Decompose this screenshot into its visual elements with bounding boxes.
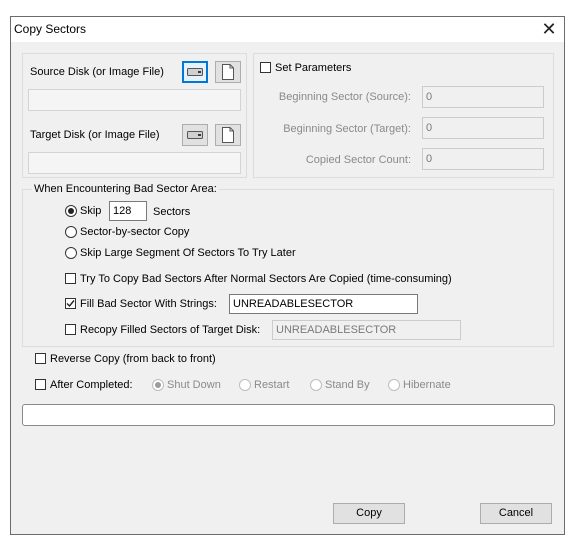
set-parameters-checkbox[interactable] [260, 62, 271, 73]
beginning-sector-source-label: Beginning Sector (Source): [278, 91, 411, 103]
hard-disk-icon [187, 131, 203, 139]
hard-disk-icon [187, 68, 203, 76]
recopy-filled-sectors-label: Recopy Filled Sectors of Target Disk: [80, 324, 261, 336]
beginning-sector-target-label: Beginning Sector (Target): [283, 123, 411, 135]
restart-radio[interactable] [239, 379, 251, 391]
reverse-copy-label: Reverse Copy (from back to front) [50, 353, 216, 365]
set-parameters-label: Set Parameters [275, 62, 352, 74]
recopy-filled-sectors-checkbox[interactable] [65, 324, 76, 335]
bad-sector-group-label: When Encountering Bad Sector Area: [32, 183, 219, 195]
target-disk-label: Target Disk (or Image File) [30, 129, 160, 141]
source-disk-field[interactable] [28, 89, 241, 111]
target-disk-button[interactable] [182, 124, 208, 146]
skip-count-input[interactable]: 128 [109, 201, 147, 221]
progress-bar [22, 404, 555, 426]
source-disk-label: Source Disk (or Image File) [30, 66, 164, 78]
fill-bad-sector-label: Fill Bad Sector With Strings: [80, 298, 217, 310]
radio-selected-dot [155, 382, 161, 388]
copy-button[interactable]: Copy [333, 503, 405, 524]
target-disk-field[interactable] [28, 152, 241, 174]
recopy-string-field[interactable]: UNREADABLESECTOR [272, 320, 461, 340]
file-icon [222, 127, 234, 143]
fill-bad-sector-checkbox[interactable] [65, 298, 76, 309]
shut-down-label: Shut Down [167, 379, 221, 391]
cancel-button[interactable]: Cancel [480, 503, 552, 524]
restart-label: Restart [254, 379, 290, 391]
beginning-sector-target-field[interactable]: 0 [422, 117, 544, 139]
shut-down-radio[interactable] [152, 379, 164, 391]
try-copy-bad-sectors-label: Try To Copy Bad Sectors After Normal Sec… [80, 273, 452, 285]
copied-sector-count-field[interactable]: 0 [422, 148, 544, 170]
checkmark-icon [66, 300, 75, 308]
target-image-file-button[interactable] [215, 124, 241, 146]
skip-large-segment-label: Skip Large Segment Of Sectors To Try Lat… [80, 247, 296, 259]
skip-units-label: Sectors [153, 206, 191, 218]
source-image-file-button[interactable] [215, 61, 241, 83]
dialog-title: Copy Sectors [14, 22, 87, 36]
hibernate-label: Hibernate [403, 379, 451, 391]
after-completed-label: After Completed: [50, 379, 133, 391]
skip-label: Skip [80, 205, 102, 217]
file-icon [222, 64, 234, 80]
skip-radio[interactable] [65, 205, 77, 217]
close-icon[interactable]: ✕ [537, 18, 561, 40]
hibernate-radio[interactable] [388, 379, 400, 391]
stand-by-label: Stand By [325, 379, 370, 391]
after-completed-checkbox[interactable] [35, 379, 46, 390]
title-bar [10, 16, 565, 42]
skip-large-segment-radio[interactable] [65, 247, 77, 259]
copied-sector-count-label: Copied Sector Count: [305, 154, 411, 166]
try-copy-bad-sectors-checkbox[interactable] [65, 273, 76, 284]
stand-by-radio[interactable] [310, 379, 322, 391]
beginning-sector-source-field[interactable]: 0 [422, 86, 544, 108]
source-disk-button[interactable] [182, 61, 208, 83]
radio-selected-dot [68, 208, 74, 214]
fill-string-input[interactable]: UNREADABLESECTOR [229, 294, 418, 314]
sector-by-sector-label: Sector-by-sector Copy [80, 226, 190, 238]
reverse-copy-checkbox[interactable] [35, 353, 46, 364]
sector-by-sector-radio[interactable] [65, 226, 77, 238]
